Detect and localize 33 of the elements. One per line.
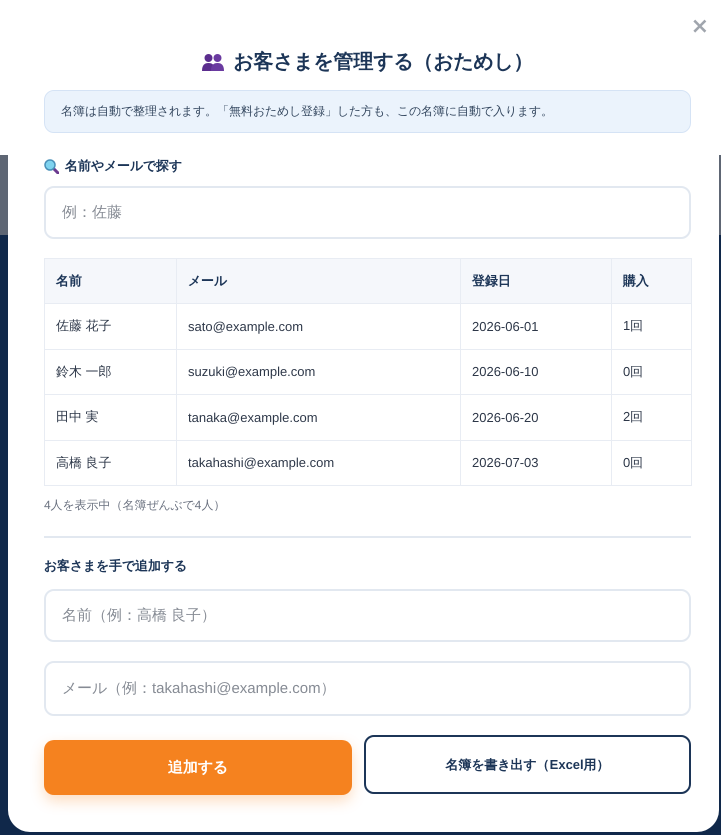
add-button[interactable]: 追加する bbox=[44, 740, 352, 795]
table-cell: 2026-06-10 bbox=[460, 349, 612, 394]
table-cell: 2026-07-03 bbox=[460, 440, 612, 486]
export-button[interactable]: 名簿を書き出す（Excel用） bbox=[364, 735, 691, 794]
table-cell: 佐藤 花子 bbox=[44, 304, 176, 349]
info-notice: 名簿は自動で整理されます。「無料おためし登録」した方も、この名簿に自動で入ります。 bbox=[44, 90, 691, 133]
table-cell: tanaka@example.com bbox=[176, 394, 460, 440]
column-header: 購入 bbox=[612, 258, 692, 304]
table-cell: 2026-06-01 bbox=[460, 304, 612, 349]
dialog-title: お客さまを管理する（おためし） bbox=[234, 50, 534, 75]
column-header: 名前 bbox=[44, 258, 176, 304]
search-label: 名前やメールで探す bbox=[65, 157, 182, 175]
table-cell: 2回 bbox=[612, 394, 692, 440]
table-cell: 0回 bbox=[612, 440, 692, 486]
column-header: メール bbox=[176, 258, 460, 304]
table-cell: sato@example.com bbox=[176, 304, 460, 349]
input-field[interactable]: メール（例：takahashi@example.com） bbox=[44, 661, 691, 716]
table-cell: 高橋 良子 bbox=[44, 440, 176, 486]
search-field[interactable]: 例：佐藤 bbox=[44, 186, 691, 239]
table-cell: 1回 bbox=[612, 304, 692, 349]
table-cell: 0回 bbox=[612, 349, 692, 394]
table-cell: takahashi@example.com bbox=[176, 440, 460, 486]
people-icon bbox=[202, 53, 224, 71]
search-icon bbox=[44, 158, 59, 174]
column-header: 登録日 bbox=[460, 258, 612, 304]
input-field[interactable]: 名前（例：高橋 良子） bbox=[44, 589, 691, 642]
table-cell: suzuki@example.com bbox=[176, 349, 460, 394]
close-button[interactable]: × bbox=[688, 14, 711, 40]
table-cell: 田中 実 bbox=[44, 394, 176, 440]
count-text: 4人を表示中（名簿ぜんぶで4人） bbox=[44, 497, 226, 514]
table-cell: 2026-06-20 bbox=[460, 394, 612, 440]
section-heading: お客さまを手で追加する bbox=[44, 557, 187, 575]
table-cell: 鈴木 一郎 bbox=[44, 349, 176, 394]
